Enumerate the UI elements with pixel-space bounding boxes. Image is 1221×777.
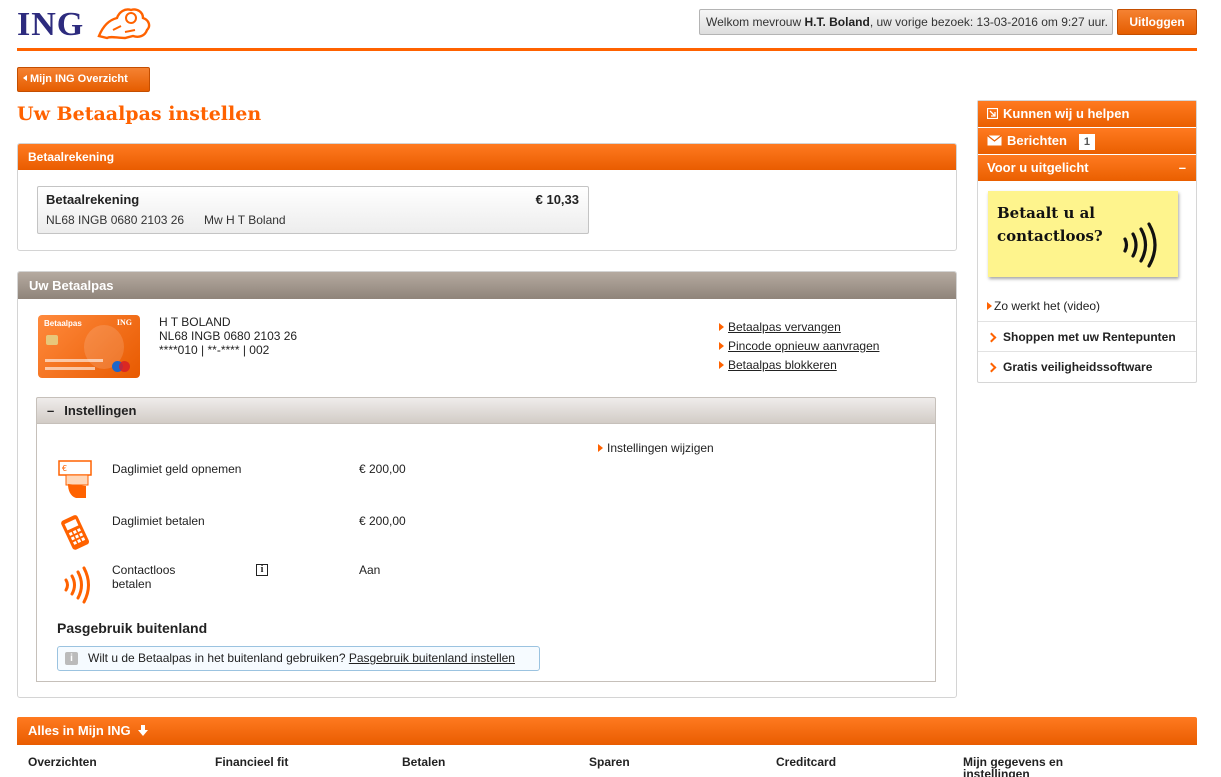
messages-label: Berichten [1007, 133, 1067, 148]
back-arrow-icon [23, 75, 27, 81]
logout-button[interactable]: Uitloggen [1117, 9, 1197, 35]
info-bar-icon: i [65, 652, 78, 665]
info-icon[interactable]: i [256, 564, 268, 576]
account-summary[interactable]: Betaalrekening € 10,33 NL68 INGB 0680 21… [37, 186, 589, 234]
chevron-right-icon [986, 362, 997, 373]
logo-text: ING [17, 6, 85, 43]
video-link[interactable]: Zo werkt het (video) [994, 299, 1100, 313]
welcome-suffix: , uw vorige bezoek: 13-03-2016 om 9:27 u… [869, 15, 1108, 29]
payment-terminal-icon [61, 515, 90, 550]
card-panel-header: Uw Betaalpas [18, 272, 956, 299]
security-software-link: Gratis veiligheidssoftware [1003, 360, 1153, 374]
overview-back-button[interactable]: Mijn ING Overzicht [17, 67, 150, 92]
contactless-promo-banner[interactable]: Betaalt u al contactloos? [988, 191, 1178, 277]
header-divider [17, 48, 1197, 51]
setting-value-payment: € 200,00 [359, 514, 406, 528]
ing-logo[interactable]: ING [17, 6, 152, 44]
collapse-icon: – [47, 403, 55, 418]
link-arrow-icon [598, 444, 603, 452]
chevron-right-icon [986, 332, 997, 343]
footer-title: Alles in Mijn ING [28, 723, 131, 738]
atm-cash-icon: € [58, 460, 92, 498]
welcome-message: Welkom mevrouw H.T. Boland, uw vorige be… [699, 9, 1113, 35]
replace-card-link[interactable]: Betaalpas vervangen [728, 320, 841, 334]
card-iban: NL68 INGB 0680 2103 26 [159, 329, 298, 343]
footer-header[interactable]: Alles in Mijn ING [17, 717, 1197, 745]
footer-col-mijn-gegevens[interactable]: Mijn gegevens en instellingen [963, 756, 1093, 777]
sidebar-separator [978, 351, 1196, 352]
card-action-blokkeren[interactable]: Betaalpas blokkeren [719, 358, 837, 372]
card-number: ****010 | **-**** | 002 [159, 343, 270, 357]
welcome-name: H.T. Boland [804, 15, 870, 29]
link-arrow-icon [719, 342, 724, 350]
card-image-label: Betaalpas [44, 319, 82, 328]
account-name: Betaalrekening [46, 192, 140, 207]
account-panel-header: Betaalrekening [18, 144, 956, 170]
card-holder: H T BOLAND [159, 315, 231, 329]
help-label: Kunnen wij u helpen [1003, 106, 1130, 121]
external-link-icon [986, 107, 999, 120]
arrow-down-icon [138, 718, 149, 746]
info-icon-glyph: i [260, 564, 264, 575]
help-row[interactable]: Kunnen wij u helpen [978, 101, 1196, 127]
rentepunten-link-row[interactable]: Shoppen met uw Rentepunten [986, 330, 1176, 344]
abroad-info-text: Wilt u de Betaalpas in het buitenland ge… [88, 651, 349, 665]
welcome-prefix: Welkom mevrouw [706, 15, 805, 29]
footer-col-sparen[interactable]: Sparen [589, 756, 719, 768]
account-holder: Mw H T Boland [204, 213, 286, 227]
footer-col-financieel-fit[interactable]: Financieel fit [215, 756, 345, 768]
svg-text:€: € [62, 464, 67, 473]
messages-count-badge: 1 [1078, 134, 1095, 150]
maestro-icon [112, 361, 130, 372]
footer-col-betalen[interactable]: Betalen [402, 756, 532, 768]
footer-col-overzichten[interactable]: Overzichten [28, 756, 158, 768]
footer-col-creditcard[interactable]: Creditcard [776, 756, 906, 768]
messages-row[interactable]: Berichten 1 [978, 128, 1196, 154]
card-details: H T BOLAND NL68 INGB 0680 2103 26 ****01… [159, 315, 297, 357]
link-arrow-icon [719, 361, 724, 369]
setting-label-withdrawal: Daglimiet geld opnemen [112, 462, 242, 476]
account-balance: € 10,33 [535, 192, 579, 207]
abroad-info-bar: i Wilt u de Betaalpas in het buitenland … [57, 646, 540, 671]
card-action-pincode[interactable]: Pincode opnieuw aanvragen [719, 339, 879, 353]
featured-header[interactable]: Voor u uitgelicht – [978, 155, 1196, 181]
block-card-link[interactable]: Betaalpas blokkeren [728, 358, 837, 372]
settings-title: Instellingen [64, 403, 137, 418]
envelope-icon [987, 135, 1002, 146]
featured-label: Voor u uitgelicht [987, 160, 1089, 175]
overview-back-label: Mijn ING Overzicht [30, 73, 128, 85]
setting-value-withdrawal: € 200,00 [359, 462, 406, 476]
request-pin-link[interactable]: Pincode opnieuw aanvragen [728, 339, 879, 353]
link-arrow-icon [987, 302, 992, 310]
contactless-icon [64, 566, 90, 604]
card-chip-icon [46, 335, 58, 345]
card-number-strip [45, 359, 103, 362]
lion-icon [97, 8, 151, 40]
sidebar-separator [978, 321, 1196, 322]
contactless-promo-icon [1123, 222, 1157, 268]
featured-collapse-icon: – [1178, 160, 1186, 175]
security-software-link-row[interactable]: Gratis veiligheidssoftware [986, 360, 1153, 374]
promo-text: Betaalt u al contactloos? [997, 204, 1103, 245]
abroad-settings-link[interactable]: Pasgebruik buitenland instellen [349, 651, 515, 665]
setting-value-contactless: Aan [359, 563, 381, 577]
account-iban: NL68 INGB 0680 2103 26 [46, 213, 185, 227]
link-arrow-icon [719, 323, 724, 331]
edit-settings[interactable]: Instellingen wijzigen [598, 441, 714, 455]
setting-label-payment: Daglimiet betalen [112, 514, 205, 528]
edit-settings-link[interactable]: Instellingen wijzigen [607, 441, 714, 455]
settings-toggle-header[interactable]: – Instellingen [36, 397, 936, 424]
abroad-title: Pasgebruik buitenland [57, 620, 208, 636]
debit-card-image: Betaalpas ING [38, 315, 140, 378]
video-link-row[interactable]: Zo werkt het (video) [987, 299, 1100, 313]
card-image-brand: ING [116, 318, 132, 327]
card-action-vervangen[interactable]: Betaalpas vervangen [719, 320, 841, 334]
setting-label-contactless: Contactloos betalen [112, 563, 176, 591]
card-holder-strip [45, 367, 95, 370]
page-title: Uw Betaalpas instellen [17, 103, 262, 125]
rentepunten-link: Shoppen met uw Rentepunten [1003, 330, 1176, 344]
